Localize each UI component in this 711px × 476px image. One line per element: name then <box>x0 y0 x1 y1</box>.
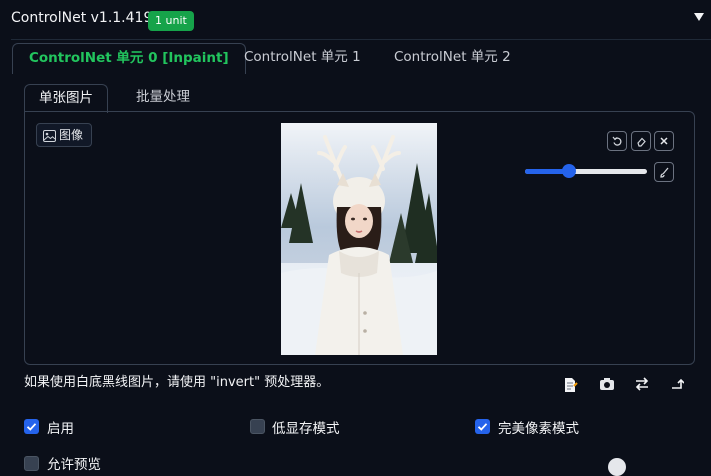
controlnet-title[interactable]: ControlNet v1.1.419 <box>11 10 152 26</box>
camera-icon[interactable] <box>598 377 616 395</box>
tab-unit-1[interactable]: ControlNet 单元 1 <box>228 43 377 71</box>
enable-label[interactable]: 启用 <box>47 417 74 437</box>
tab-unit-2[interactable]: ControlNet 单元 2 <box>378 43 527 71</box>
partial-slider-thumb[interactable] <box>608 458 626 476</box>
tab-unit-0[interactable]: ControlNet 单元 0 [Inpaint] <box>12 43 246 74</box>
allow-preview-label[interactable]: 允许预览 <box>47 453 101 473</box>
unit-count-badge: 1 unit <box>148 11 194 31</box>
send-icon[interactable] <box>668 377 686 395</box>
image-icon <box>43 129 56 142</box>
uploaded-image[interactable] <box>281 123 437 355</box>
tab-single-image[interactable]: 单张图片 <box>24 84 108 113</box>
image-input-label-text: 图像 <box>59 128 84 142</box>
brush-size-slider[interactable] <box>562 164 576 178</box>
undo-icon[interactable] <box>607 131 627 151</box>
tab-batch[interactable]: 批量处理 <box>122 84 204 110</box>
header-divider <box>11 39 711 40</box>
close-icon[interactable] <box>654 131 674 151</box>
allow-preview-checkbox[interactable] <box>24 456 39 471</box>
image-input-label: 图像 <box>36 123 93 147</box>
brush-icon[interactable] <box>654 162 674 182</box>
low-vram-checkbox[interactable] <box>250 419 265 434</box>
pixel-perfect-checkbox[interactable] <box>475 419 490 434</box>
triangle-down-icon[interactable] <box>692 10 706 24</box>
invert-hint-text: 如果使用白底黑线图片，请使用 "invert" 预处理器。 <box>24 375 330 390</box>
pixel-perfect-label[interactable]: 完美像素模式 <box>498 417 579 437</box>
enable-checkbox[interactable] <box>24 419 39 434</box>
document-icon[interactable] <box>561 377 579 395</box>
swap-icon[interactable] <box>633 377 651 395</box>
low-vram-label[interactable]: 低显存模式 <box>272 417 340 437</box>
eraser-icon[interactable] <box>631 131 651 151</box>
